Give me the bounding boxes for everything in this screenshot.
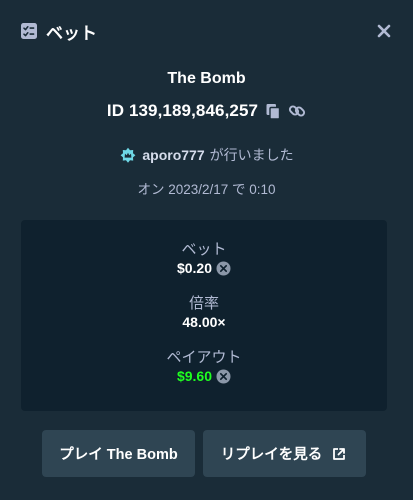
game-title[interactable]: The Bomb — [0, 70, 413, 88]
multiplier-value-row: 48.00× — [21, 313, 387, 331]
close-icon[interactable] — [375, 22, 393, 40]
bet-date: オン 2023/2/17 で 0:10 — [137, 182, 276, 197]
bet-slip-icon — [20, 22, 38, 40]
payout-stat: ペイアウト $9.60 — [21, 349, 387, 385]
payout-value: $9.60 — [176, 368, 213, 384]
play-game-button[interactable]: プレイ The Bomb — [42, 430, 195, 477]
bet-details-modal: ベット The Bomb ID 139,189,846,257 aporo777… — [0, 0, 413, 500]
watch-replay-label: リプレイを見る — [220, 447, 323, 463]
copy-icon[interactable] — [264, 102, 282, 120]
multiplier-label: 倍率 — [188, 295, 219, 312]
bet-amount-value: $0.20 — [176, 260, 213, 276]
modal-title: ベット — [46, 23, 97, 43]
watch-replay-button[interactable]: リプレイを見る — [203, 430, 366, 477]
currency-icon — [216, 261, 231, 276]
bet-id: ID 139,189,846,257 — [106, 101, 259, 120]
multiplier-stat: 倍率 48.00× — [21, 295, 387, 331]
vip-crown-icon — [119, 146, 137, 164]
currency-icon — [216, 369, 231, 384]
modal-header: ベット — [0, 0, 413, 62]
bet-amount-label: ベット — [181, 241, 227, 258]
multiplier-value: 48.00× — [182, 314, 226, 330]
placed-by-suffix: が行いました — [209, 147, 294, 163]
bet-stats-card: ベット $0.20 倍率 48.00× ペイアウト $9.60 — [21, 220, 387, 411]
bet-amount-value-row: $0.20 — [21, 259, 387, 277]
placed-by-row: aporo777 が行いました — [0, 145, 413, 165]
payout-value-row: $9.60 — [21, 367, 387, 385]
play-game-label: プレイ The Bomb — [59, 447, 178, 463]
external-link-icon — [330, 445, 348, 463]
username-link[interactable]: aporo777 — [142, 147, 204, 163]
payout-label: ペイアウト — [166, 349, 242, 366]
bet-amount-stat: ベット $0.20 — [21, 241, 387, 277]
bet-id-row: ID 139,189,846,257 — [0, 101, 413, 121]
link-icon[interactable] — [288, 102, 306, 120]
